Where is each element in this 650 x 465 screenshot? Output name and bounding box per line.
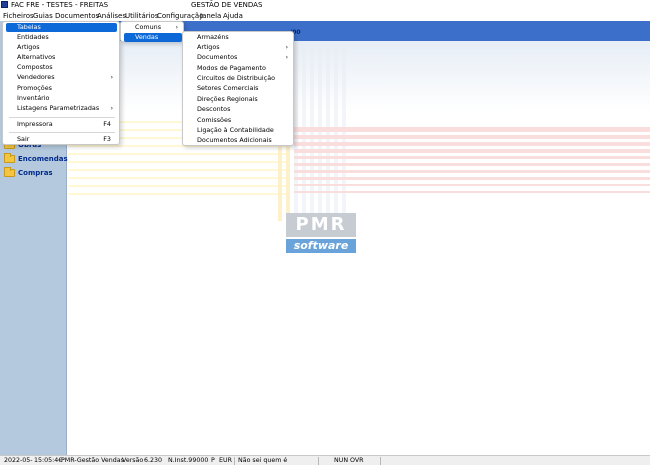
status-bar: 2022-05- 15:05:4€ PMR-Gestão Vendas Vers…	[0, 455, 650, 465]
menu-item-alternativos[interactable]: Alternativos	[6, 53, 117, 62]
menu-item-documentos[interactable]: Documentos ›	[186, 53, 292, 62]
menu-item-entidades[interactable]: Entidades	[6, 33, 117, 42]
folder-icon	[4, 167, 15, 177]
menu-item-vendedores[interactable]: Vendedores ›	[6, 73, 117, 82]
menu-item-inventario[interactable]: Inventário	[6, 94, 117, 103]
menu-item-promocoes[interactable]: Promoções	[6, 84, 117, 93]
status-inst: N.Inst.99000	[168, 457, 209, 464]
menu-analises[interactable]: Análises	[97, 12, 126, 20]
menu-ficheiros[interactable]: Ficheiros	[3, 12, 34, 20]
menu-item-vendas[interactable]: Vendas	[124, 33, 182, 42]
status-app: PMR-Gestão Vendas	[61, 457, 124, 464]
background-stripes	[68, 41, 650, 221]
status-currency: EUR	[219, 457, 232, 464]
menu-separator	[9, 117, 115, 118]
sidebar-group-label: Compras	[18, 169, 53, 177]
menu-configuracao[interactable]: Configuração	[157, 12, 203, 20]
menu-item-circuitos-distribuicao[interactable]: Circuitos de Distribuição	[186, 74, 292, 83]
status-divider	[234, 457, 235, 465]
window-center-title: GESTÃO DE VENDAS	[191, 1, 263, 9]
chevron-right-icon: ›	[110, 105, 113, 112]
status-version-label: Versão	[122, 457, 144, 464]
menu-utilitarios[interactable]: Utilitários	[125, 12, 159, 20]
menu-item-tabelas[interactable]: Tabelas	[6, 23, 117, 32]
menu-separator	[9, 132, 115, 133]
app-icon	[1, 1, 8, 8]
status-user: Não sei quem é	[238, 457, 288, 464]
menu-item-modos-pagamento[interactable]: Modos de Pagamento	[186, 64, 292, 73]
logo-software-text: software	[286, 239, 356, 253]
title-bar: FAC FRE - TESTES - FREITAS GESTÃO DE VEN…	[0, 0, 650, 10]
chevron-right-icon: ›	[285, 54, 288, 61]
menu-janela[interactable]: Janela	[200, 12, 221, 20]
menu-item-compostos[interactable]: Compostos	[6, 63, 117, 72]
chevron-right-icon: ›	[110, 74, 113, 81]
status-mode: NUN OVR	[334, 457, 364, 464]
menu-item-setores-comerciais[interactable]: Setores Comerciais	[186, 84, 292, 93]
menu-item-comuns[interactable]: Comuns ›	[124, 23, 182, 32]
pmr-software-logo: PMR software	[286, 213, 356, 255]
sidebar-group-label: Encomendas	[18, 155, 68, 163]
logo-pmr-text: PMR	[286, 213, 356, 237]
status-divider	[318, 457, 319, 465]
menu-bar: Ficheiros Guias Documentos Análises Util…	[0, 10, 650, 21]
folder-icon	[4, 153, 15, 163]
menu-documentos[interactable]: Documentos	[55, 12, 99, 20]
window-title: FAC FRE - TESTES - FREITAS	[11, 1, 109, 9]
menu-item-comissoes[interactable]: Comissões	[186, 116, 292, 125]
menu-item-documentos-adicionais[interactable]: Documentos Adicionais	[186, 136, 292, 145]
chevron-right-icon: ›	[175, 24, 178, 31]
menu-item-listagens[interactable]: Listagens Parametrizadas ›	[6, 104, 117, 113]
menu-item-armazens[interactable]: Armazéns	[186, 33, 292, 42]
status-date: 2022-05-	[4, 457, 33, 464]
menu-ajuda[interactable]: Ajuda	[223, 12, 243, 20]
sidebar-group-compras[interactable]: Compras	[4, 167, 53, 177]
status-version: 6.230	[144, 457, 163, 464]
menu-item-artigos[interactable]: Artigos	[6, 43, 117, 52]
menu-item-descontos[interactable]: Descontos	[186, 105, 292, 114]
ficheiros-menu: Tabelas Entidades Artigos Alternativos C…	[2, 21, 120, 145]
status-divider	[380, 457, 381, 465]
menu-guias[interactable]: Guias	[33, 12, 53, 20]
main-area: /00 PMR software	[68, 21, 650, 455]
status-time: 15:05:4€	[34, 457, 63, 464]
vendas-submenu: Armazéns Artigos › Documentos › Modos de P…	[182, 31, 294, 146]
menu-item-direcoes-regionais[interactable]: Direções Regionais	[186, 95, 292, 104]
menu-item-sair[interactable]: Sair F3	[6, 135, 117, 144]
tabelas-submenu: Comuns › Vendas	[120, 21, 184, 42]
menu-item-artigos-vendas[interactable]: Artigos ›	[186, 43, 292, 52]
menu-item-ligacao-contabilidade[interactable]: Ligação à Contabilidade	[186, 126, 292, 135]
status-p: P	[211, 457, 215, 464]
menu-item-impressora[interactable]: Impressora F4	[6, 120, 117, 129]
sidebar-group-encomendas[interactable]: Encomendas	[4, 153, 68, 163]
chevron-right-icon: ›	[285, 44, 288, 51]
